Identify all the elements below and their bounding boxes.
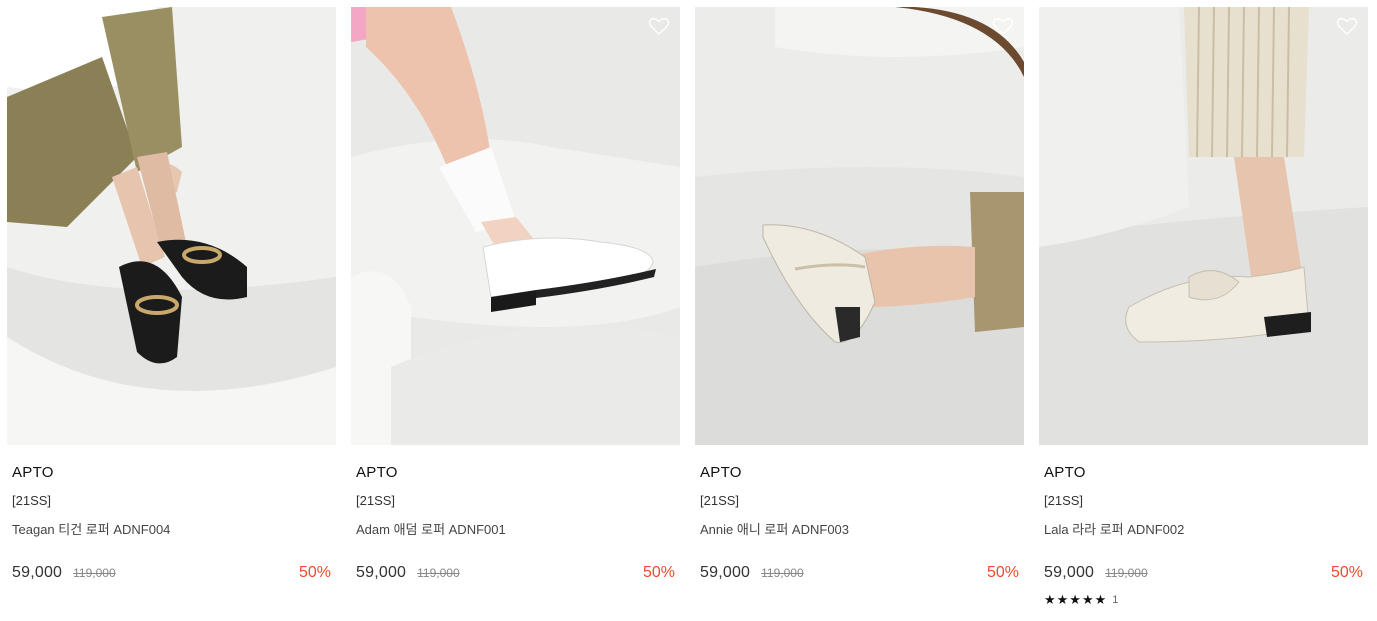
wishlist-heart-icon[interactable] bbox=[992, 16, 1014, 36]
product-name[interactable]: Adam 애덤 로퍼 ADNF001 bbox=[356, 519, 675, 537]
product-name[interactable]: Teagan 티건 로퍼 ADNF004 bbox=[12, 519, 331, 537]
product-name[interactable]: Annie 애니 로퍼 ADNF003 bbox=[700, 519, 1019, 537]
brand-name[interactable]: APTO bbox=[700, 464, 1019, 482]
season-tag: [21SS] bbox=[700, 493, 740, 508]
price-row: 59,000 119,000 50% bbox=[12, 564, 331, 584]
product-image[interactable] bbox=[7, 7, 336, 445]
brand-name[interactable]: APTO bbox=[356, 464, 675, 482]
sale-price: 59,000 bbox=[356, 564, 407, 581]
brand-name[interactable]: APTO bbox=[1044, 464, 1363, 482]
discount-rate: 50% bbox=[1330, 564, 1363, 581]
product-photo bbox=[1039, 7, 1368, 445]
discount-rate: 50% bbox=[298, 564, 331, 581]
price-row: 59,000 119,000 50% bbox=[1044, 564, 1363, 584]
discount-rate: 50% bbox=[642, 564, 675, 581]
original-price: 119,000 bbox=[761, 566, 804, 580]
product-image[interactable] bbox=[351, 7, 680, 445]
product-image[interactable] bbox=[1039, 7, 1368, 445]
wishlist-heart-icon[interactable] bbox=[648, 16, 670, 36]
original-price: 119,000 bbox=[417, 566, 460, 580]
price-row: 59,000 119,000 50% bbox=[700, 564, 1019, 584]
wishlist-heart-icon[interactable] bbox=[1336, 16, 1358, 36]
sale-price: 59,000 bbox=[12, 564, 63, 581]
price-row: 59,000 119,000 50% bbox=[356, 564, 675, 584]
brand-name[interactable]: APTO bbox=[12, 464, 331, 482]
original-price: 119,000 bbox=[1105, 566, 1148, 580]
season-tag: [21SS] bbox=[1044, 493, 1084, 508]
review-count: 1 bbox=[1112, 594, 1119, 606]
product-grid: APTO [21SS] Teagan 티건 로퍼 ADNF004 59,000 … bbox=[7, 7, 1368, 607]
product-photo bbox=[7, 7, 336, 445]
sale-price: 59,000 bbox=[700, 564, 751, 581]
product-photo bbox=[351, 7, 680, 445]
star-icon: ★★★★★ bbox=[1044, 592, 1108, 607]
product-photo bbox=[695, 7, 1024, 445]
sale-price: 59,000 bbox=[1044, 564, 1095, 581]
product-card[interactable]: APTO [21SS] Annie 애니 로퍼 ADNF003 59,000 1… bbox=[695, 7, 1024, 607]
original-price: 119,000 bbox=[73, 566, 116, 580]
product-card[interactable]: APTO [21SS] Lala 라라 로퍼 ADNF002 59,000 11… bbox=[1039, 7, 1368, 607]
season-tag: [21SS] bbox=[12, 493, 52, 508]
review-rating[interactable]: ★★★★★ 1 bbox=[1044, 592, 1363, 607]
product-image[interactable] bbox=[695, 7, 1024, 445]
discount-rate: 50% bbox=[986, 564, 1019, 581]
product-name[interactable]: Lala 라라 로퍼 ADNF002 bbox=[1044, 519, 1363, 537]
season-tag: [21SS] bbox=[356, 493, 396, 508]
product-card[interactable]: APTO [21SS] Adam 애덤 로퍼 ADNF001 59,000 11… bbox=[351, 7, 680, 607]
product-card[interactable]: APTO [21SS] Teagan 티건 로퍼 ADNF004 59,000 … bbox=[7, 7, 336, 607]
